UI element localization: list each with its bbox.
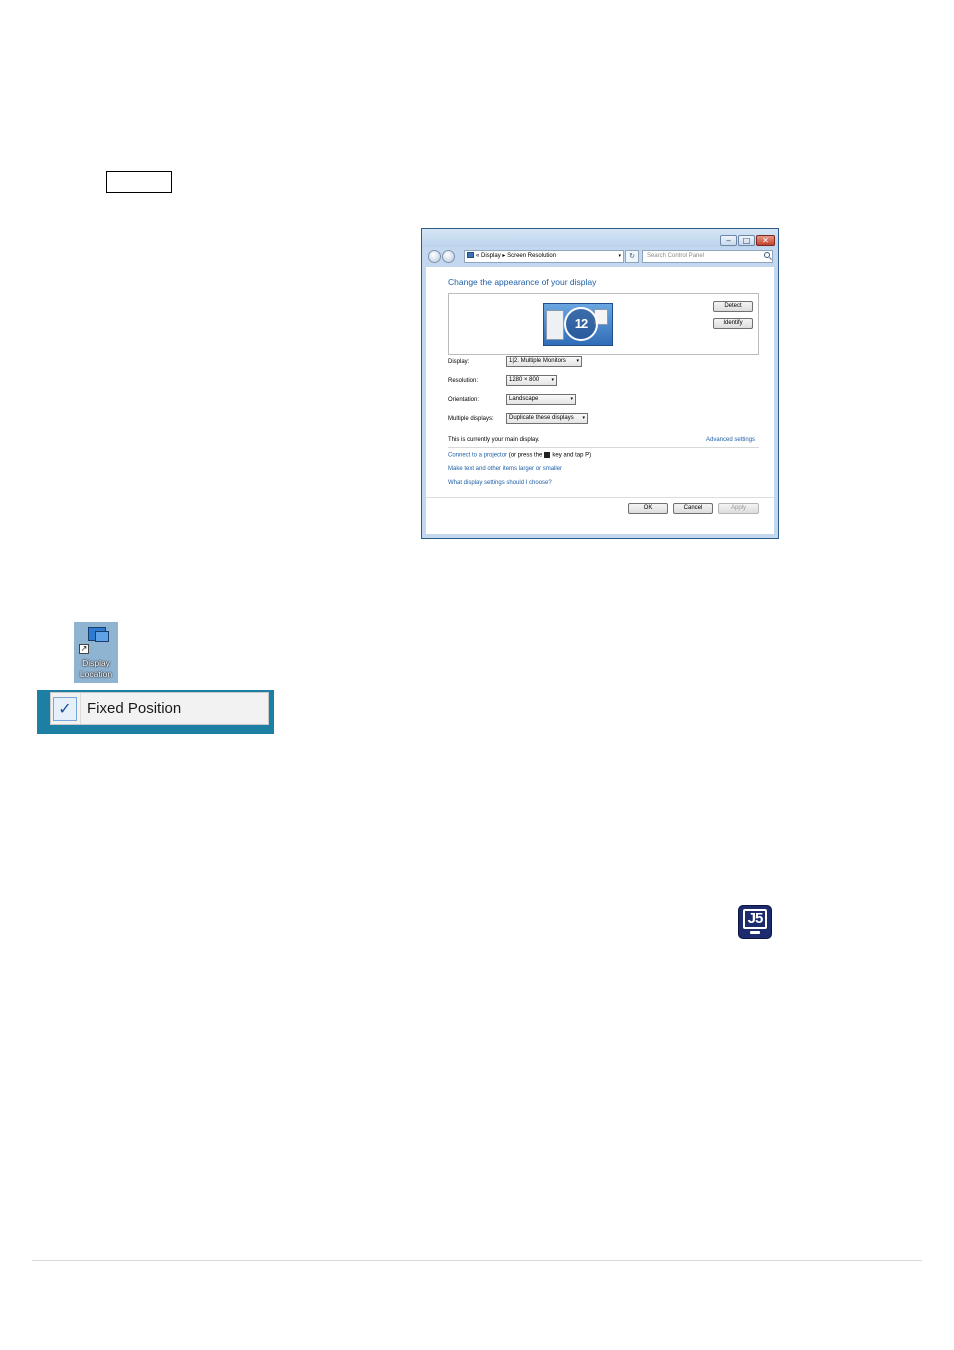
chevron-down-icon: ▾ — [551, 377, 554, 383]
projector-hint-start: (or press the — [508, 452, 543, 459]
identify-button[interactable]: Identify — [713, 318, 753, 329]
monitor-icon[interactable]: 12 — [543, 303, 613, 346]
footer-divider — [32, 1260, 922, 1261]
monitor-icon — [95, 631, 109, 642]
resolution-label: Resolution: — [448, 378, 479, 384]
monitor-number-badge: 12 — [564, 307, 598, 341]
page-title: Change the appearance of your display — [448, 277, 597, 287]
breadcrumb[interactable]: « Display ▸ Screen Resolution ▾ — [464, 250, 624, 263]
window-content: Change the appearance of your display 12… — [426, 267, 774, 534]
empty-label-box — [106, 171, 172, 193]
search-icon[interactable] — [764, 252, 770, 258]
cancel-button[interactable]: Cancel — [673, 503, 713, 514]
breadcrumb-prefix: « — [476, 253, 480, 259]
chevron-down-icon[interactable]: ▾ — [618, 251, 621, 262]
j5-app-icon[interactable]: J5 — [739, 906, 771, 938]
text-larger-link[interactable]: Make text and other items larger or smal… — [448, 466, 562, 472]
display-dropdown[interactable]: 1|2. Multiple Monitors ▾ — [506, 356, 582, 367]
fixed-position-menu-item[interactable]: ✓ Fixed Position — [50, 692, 269, 725]
display-label: Display: — [448, 359, 470, 365]
apply-button[interactable]: Apply — [718, 503, 759, 514]
multiple-displays-label: Multiple displays: — [448, 416, 494, 422]
forward-button[interactable] — [442, 250, 455, 263]
windows-key-icon — [544, 452, 551, 458]
ok-button[interactable]: OK — [628, 503, 668, 514]
maximize-button[interactable]: □ — [738, 235, 755, 246]
orientation-value: Landscape — [509, 396, 539, 402]
window-titlebar: ‒ □ ✕ — [422, 229, 778, 247]
breadcrumb-screen-resolution[interactable]: Screen Resolution — [507, 253, 556, 259]
chevron-down-icon: ▾ — [570, 396, 573, 402]
context-menu-strip: ✓ Fixed Position — [37, 690, 274, 734]
orientation-label: Orientation: — [448, 397, 480, 403]
monitor-arrangement-area: 12 Detect Identify — [448, 293, 759, 355]
projector-line: Connect to a projector (or press the key … — [448, 452, 591, 459]
projector-hint-end: key and tap P) — [552, 452, 592, 459]
search-placeholder: Search Control Panel — [647, 253, 705, 259]
resolution-dropdown[interactable]: 1280 × 800 ▾ — [506, 375, 557, 386]
address-bar: « Display ▸ Screen Resolution ▾ ↻ Search… — [422, 247, 778, 267]
which-settings-link[interactable]: What display settings should I choose? — [448, 480, 552, 486]
divider — [426, 497, 774, 498]
back-button[interactable] — [428, 250, 441, 263]
multiple-displays-dropdown[interactable]: Duplicate these displays ▾ — [506, 413, 588, 424]
monitor-stand-icon — [750, 931, 760, 934]
shortcut-label: Display Location — [79, 658, 113, 679]
monitor-left-window — [546, 310, 564, 340]
checkmark-icon: ✓ — [53, 697, 77, 721]
fixed-position-label: Fixed Position — [87, 700, 182, 717]
main-display-note: This is currently your main display. — [448, 437, 540, 443]
detect-button[interactable]: Detect — [713, 301, 753, 312]
divider — [448, 447, 759, 448]
breadcrumb-separator: ▸ — [502, 253, 506, 259]
search-input[interactable]: Search Control Panel — [642, 250, 773, 263]
breadcrumb-display[interactable]: Display — [481, 253, 501, 259]
close-button[interactable]: ✕ — [756, 235, 775, 246]
divider — [80, 693, 81, 724]
chevron-down-icon: ▾ — [582, 415, 585, 421]
resolution-value: 1280 × 800 — [509, 377, 540, 383]
multiple-displays-value: Duplicate these displays — [509, 415, 574, 421]
display-location-shortcut[interactable]: ↗ Display Location — [74, 622, 118, 683]
display-value: 1|2. Multiple Monitors — [509, 358, 566, 364]
refresh-button[interactable]: ↻ — [625, 250, 639, 263]
advanced-settings-link[interactable]: Advanced settings — [706, 437, 755, 443]
screen-resolution-window: ‒ □ ✕ « Display ▸ Screen Resolution ▾ ↻ … — [421, 228, 779, 539]
control-panel-icon — [467, 252, 474, 259]
connect-projector-link[interactable]: Connect to a projector — [448, 453, 507, 459]
minimize-button[interactable]: ‒ — [720, 235, 737, 246]
j5-logo-text: J5 — [743, 909, 767, 929]
shortcut-arrow-icon: ↗ — [79, 644, 89, 654]
chevron-down-icon: ▾ — [576, 358, 579, 364]
orientation-dropdown[interactable]: Landscape ▾ — [506, 394, 576, 405]
